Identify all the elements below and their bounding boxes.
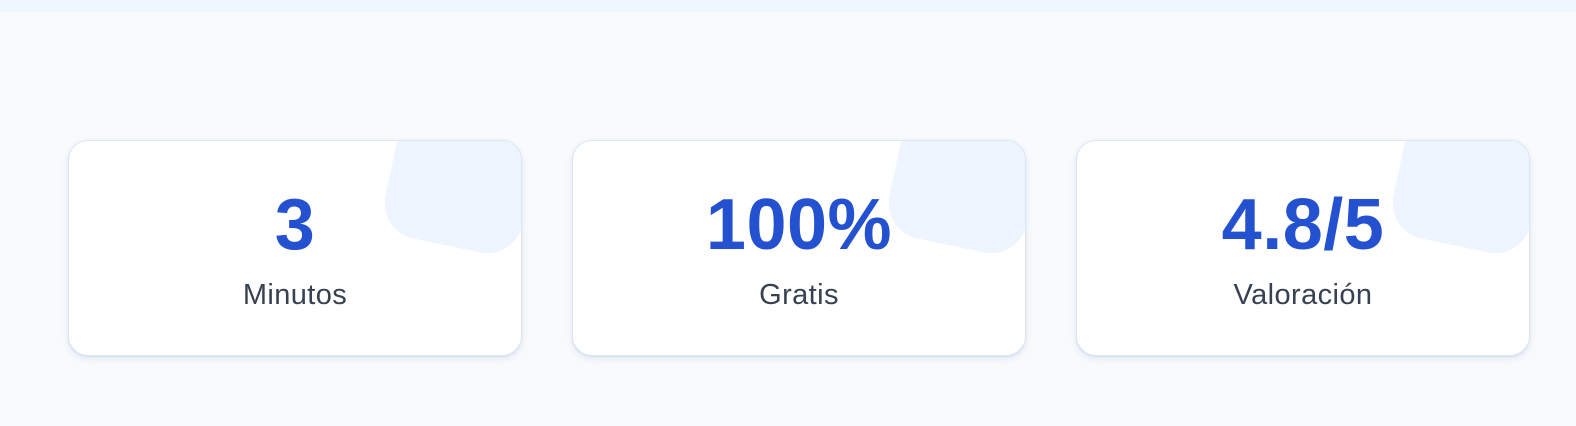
stat-value: 4.8/5 <box>1221 185 1385 265</box>
stat-label: Minutos <box>242 279 348 311</box>
stat-value: 100% <box>705 185 893 265</box>
stat-card-rating: 4.8/5 Valoración <box>1076 140 1530 356</box>
stat-label: Gratis <box>759 279 839 311</box>
top-band <box>0 0 1576 12</box>
stat-card-free: 100% Gratis <box>572 140 1026 356</box>
stats-row: 3 Minutos 100% Gratis 4.8/5 Valoración <box>68 140 1530 358</box>
stat-card-minutes: 3 Minutos <box>68 140 522 356</box>
stat-label: Valoración <box>1233 279 1373 311</box>
stat-value: 3 <box>274 185 316 265</box>
